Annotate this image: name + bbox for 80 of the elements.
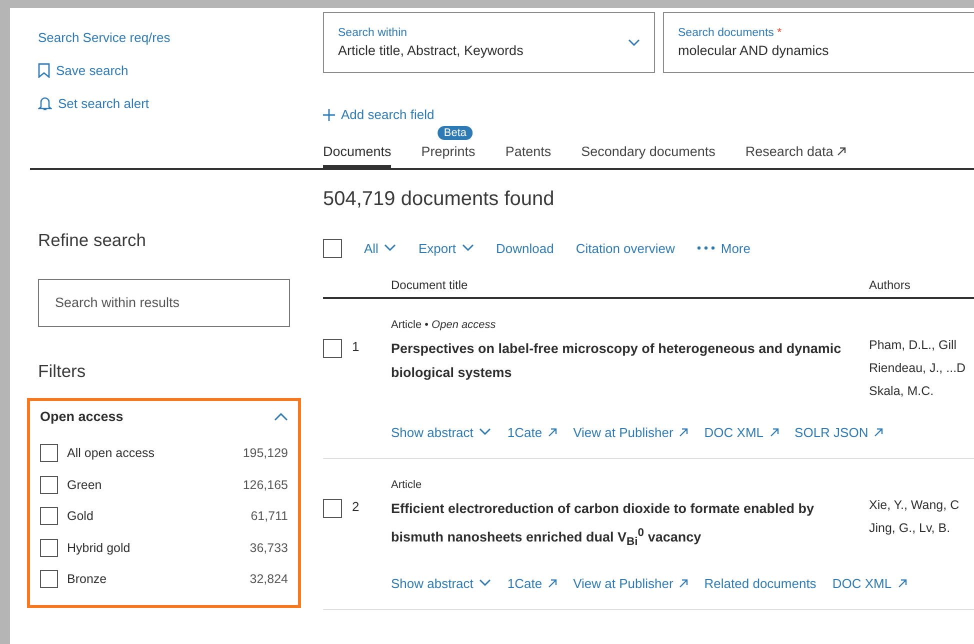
- document-type: Article: [391, 478, 423, 490]
- bell-icon: [38, 96, 52, 111]
- action-link[interactable]: 1Cate: [507, 576, 558, 591]
- action-link[interactable]: All: [364, 240, 396, 256]
- author-line: Jing, G., Lv, B.: [869, 520, 952, 537]
- tab[interactable]: Research data: [745, 144, 846, 168]
- checkbox[interactable]: [323, 238, 342, 258]
- chevron-down-icon: [628, 38, 640, 46]
- refine-search-heading: Refine search: [38, 230, 147, 250]
- more-icon: [696, 246, 715, 250]
- action-link[interactable]: View at Publisher: [573, 424, 688, 440]
- search-documents-field[interactable]: Search documents * molecular AND dynamics: [663, 12, 974, 73]
- external-link-icon: [548, 578, 558, 588]
- checkbox[interactable]: [323, 498, 342, 518]
- filter-label: Gold: [67, 509, 94, 524]
- search-within-results-field[interactable]: Search within results: [38, 278, 290, 326]
- chevron-down-icon: [479, 579, 492, 588]
- bookmark-icon: [38, 63, 50, 78]
- action-link[interactable]: SOLR JSON: [794, 424, 884, 440]
- tab[interactable]: Secondary documents: [581, 144, 716, 168]
- filters-heading: Filters: [38, 360, 87, 382]
- action-link[interactable]: DOC XML: [704, 424, 779, 440]
- beta-badge: Beta: [438, 126, 473, 140]
- external-link-icon: [770, 428, 779, 436]
- action-link[interactable]: DOC XML: [832, 576, 907, 591]
- action-link[interactable]: Show abstract: [391, 576, 492, 591]
- sidebar-link[interactable]: Search Service req/res: [38, 30, 170, 45]
- external-link-icon: [679, 428, 688, 436]
- add-search-field-link[interactable]: Add search field: [323, 107, 434, 122]
- external-link-icon: [874, 428, 884, 436]
- external-link-icon: [548, 428, 558, 436]
- chevron-down-icon: [479, 428, 492, 436]
- author-line: Pham, D.L., Gill: [869, 336, 958, 354]
- tab[interactable]: Patents: [505, 144, 552, 168]
- checkbox[interactable]: [40, 444, 58, 462]
- checkbox[interactable]: [40, 570, 58, 588]
- author-line: Skala, M.C.: [869, 382, 935, 400]
- sidebar-link[interactable]: Set search alert: [38, 96, 150, 111]
- filter-label: Bronze: [67, 572, 107, 586]
- checkbox[interactable]: [40, 507, 58, 526]
- filter-label: All open access: [67, 446, 155, 460]
- action-link[interactable]: Related documents: [704, 576, 816, 591]
- document-type: Article • Open access: [391, 318, 497, 330]
- filter-count: 36,733: [250, 540, 288, 555]
- filter-label: Hybrid gold: [67, 540, 130, 555]
- column-header: Authors: [869, 278, 912, 292]
- author-line: Riendeau, J., ...D: [869, 360, 967, 376]
- result-number: 1: [352, 338, 360, 354]
- search-within-dropdown[interactable]: Search within Article title, Abstract, Keywords: [323, 12, 655, 73]
- filter-count: 32,824: [250, 572, 288, 586]
- action-link[interactable]: View at Publisher: [573, 576, 688, 591]
- document-title[interactable]: Perspectives on label-free microscopy of heterogeneous and dynamic biological systems: [391, 336, 869, 384]
- checkbox[interactable]: [40, 476, 58, 494]
- filter-count: 61,711: [250, 509, 288, 524]
- column-header: Document title: [391, 278, 469, 292]
- filter-count: 195,129: [242, 446, 288, 460]
- action-link[interactable]: Citation overview: [576, 240, 675, 256]
- chevron-down-icon: [384, 244, 396, 252]
- tab[interactable]: Documents: [323, 144, 392, 168]
- document-title[interactable]: Efficient electroreduction of carbon dioxide to formate enabled by bismuth nanosheets enriched dual V$_{Bi}$$^{0}$ vacancy: [391, 496, 869, 554]
- checkbox[interactable]: [40, 538, 58, 557]
- sidebar-link[interactable]: Save search: [38, 63, 128, 78]
- external-link-icon: [898, 578, 907, 588]
- chevron-down-icon: [462, 244, 474, 252]
- result-number: 2: [352, 498, 360, 514]
- action-link[interactable]: 1Cate: [507, 424, 558, 440]
- filter-title: Open access: [40, 408, 124, 424]
- external-link-icon: [679, 578, 688, 588]
- more-link[interactable]: More: [696, 240, 750, 256]
- plus-icon: [323, 108, 335, 120]
- action-link[interactable]: Export: [418, 240, 474, 256]
- action-link[interactable]: Show abstract: [391, 424, 492, 440]
- action-link[interactable]: Download: [496, 240, 554, 256]
- filter-label: Green: [67, 478, 102, 492]
- tab[interactable]: Preprints: [421, 144, 476, 168]
- author-line: Xie, Y., Wang, C: [869, 496, 960, 514]
- results-count: 504,719 documents found: [323, 188, 556, 210]
- external-link-icon: [837, 146, 846, 156]
- checkbox[interactable]: [323, 338, 342, 358]
- filter-count: 126,165: [242, 478, 288, 492]
